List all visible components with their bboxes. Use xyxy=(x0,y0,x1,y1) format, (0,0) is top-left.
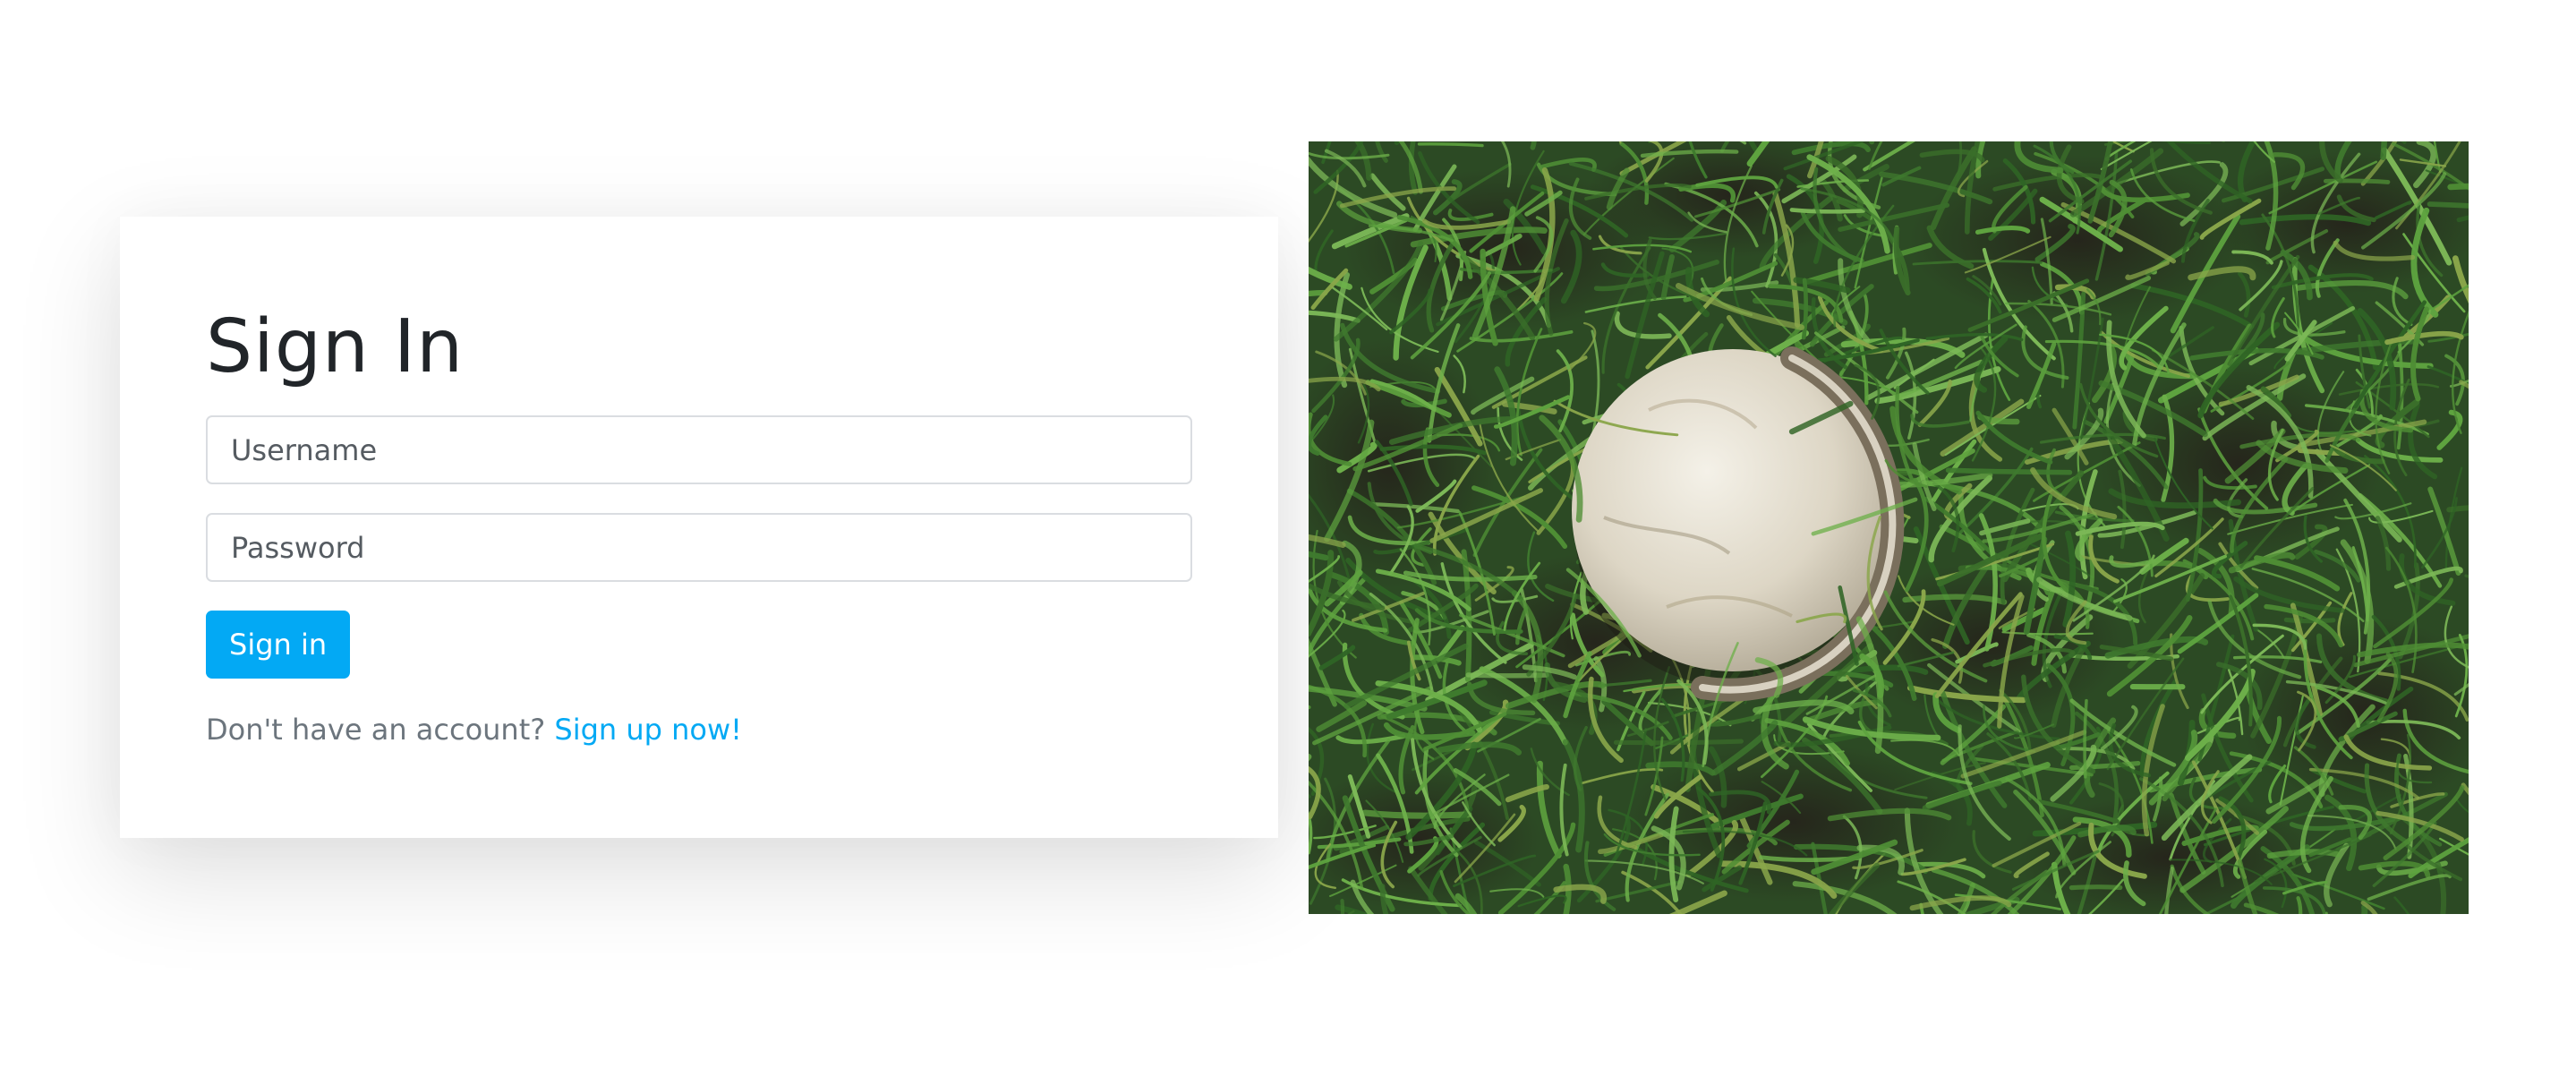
page: Sign In Sign in Don't have an account? S… xyxy=(0,0,2576,1085)
hurling-ball-image xyxy=(1309,141,2469,914)
ball xyxy=(1572,346,1905,702)
signin-button[interactable]: Sign in xyxy=(206,611,351,679)
username-input[interactable] xyxy=(206,415,1192,484)
signin-card: Sign In Sign in Don't have an account? S… xyxy=(120,217,1278,838)
password-input[interactable] xyxy=(206,513,1192,582)
signup-link[interactable]: Sign up now! xyxy=(554,713,742,747)
no-account-text: Don't have an account? xyxy=(206,713,546,747)
page-title: Sign In xyxy=(206,304,465,389)
signup-prompt: Don't have an account? Sign up now! xyxy=(206,713,1192,747)
